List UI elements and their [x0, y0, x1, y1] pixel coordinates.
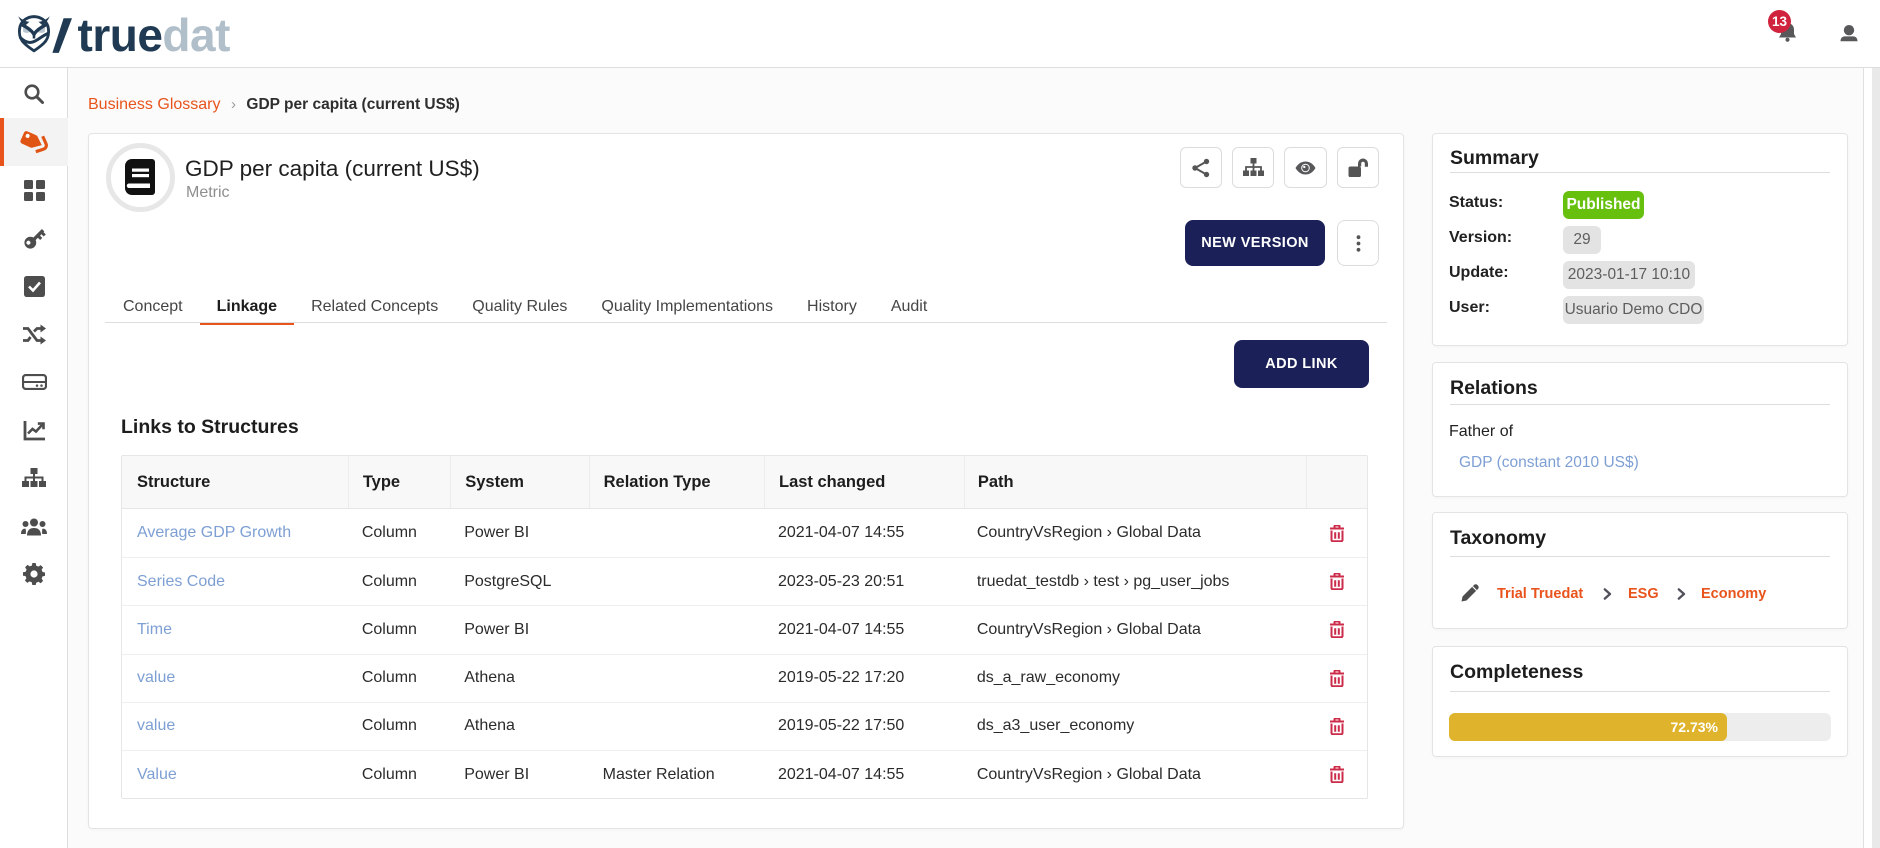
svg-text:truedat: truedat — [78, 14, 231, 56]
